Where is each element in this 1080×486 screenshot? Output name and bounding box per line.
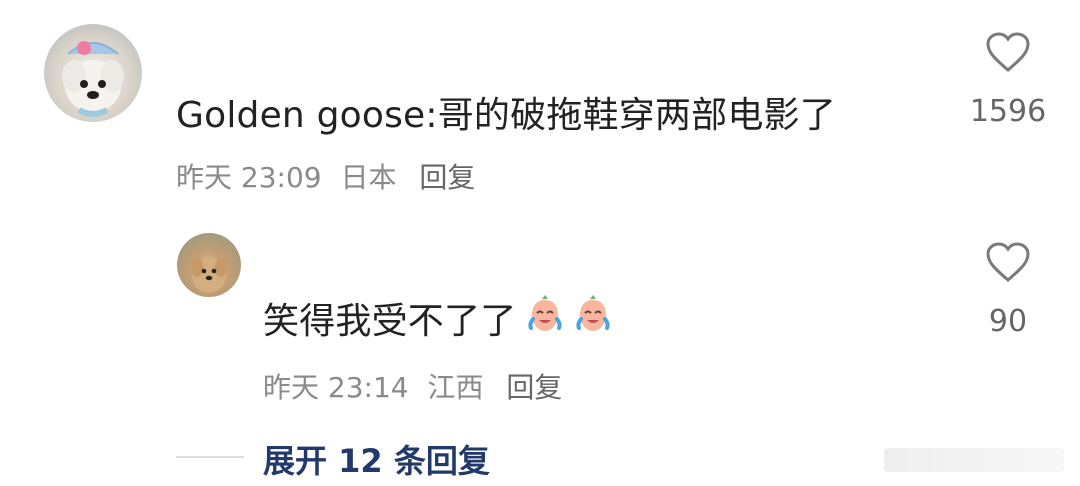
expand-divider <box>176 456 244 458</box>
reply-text-row: 笑得我受不了了 <box>263 292 616 344</box>
reply-meta: 昨天 23:14 江西 回复 <box>263 366 572 406</box>
reply-location: 江西 <box>427 371 484 404</box>
avatar-commenter[interactable] <box>44 24 142 122</box>
dog-avatar-illustration <box>62 41 124 117</box>
like-button-comment[interactable] <box>984 30 1032 74</box>
watermark-overlay <box>884 448 1064 472</box>
like-count-reply: 90 <box>988 304 1028 339</box>
reply-time: 昨天 23:14 <box>263 371 409 404</box>
avatar-replier[interactable] <box>177 233 241 297</box>
golden-dog-avatar-illustration <box>191 257 227 293</box>
comment-location: 日本 <box>340 161 397 194</box>
like-button-reply[interactable] <box>984 240 1032 284</box>
reply-button[interactable]: 回复 <box>419 161 475 194</box>
crying-laughing-emoji <box>522 293 568 343</box>
comment-meta: 昨天 23:09 日本 回复 <box>176 156 485 196</box>
expand-replies-button[interactable]: 展开 12 条回复 <box>263 436 490 482</box>
like-count-comment: 1596 <box>969 94 1047 129</box>
comment-time: 昨天 23:09 <box>176 161 322 194</box>
reply-text: 笑得我受不了了 <box>263 301 517 342</box>
reply-to-reply-button[interactable]: 回复 <box>506 371 562 404</box>
heart-outline-icon <box>986 242 1030 282</box>
heart-outline-icon <box>986 32 1030 72</box>
crying-laughing-emoji <box>570 293 616 343</box>
comment-text: Golden goose:哥的破拖鞋穿两部电影了 <box>176 95 836 136</box>
